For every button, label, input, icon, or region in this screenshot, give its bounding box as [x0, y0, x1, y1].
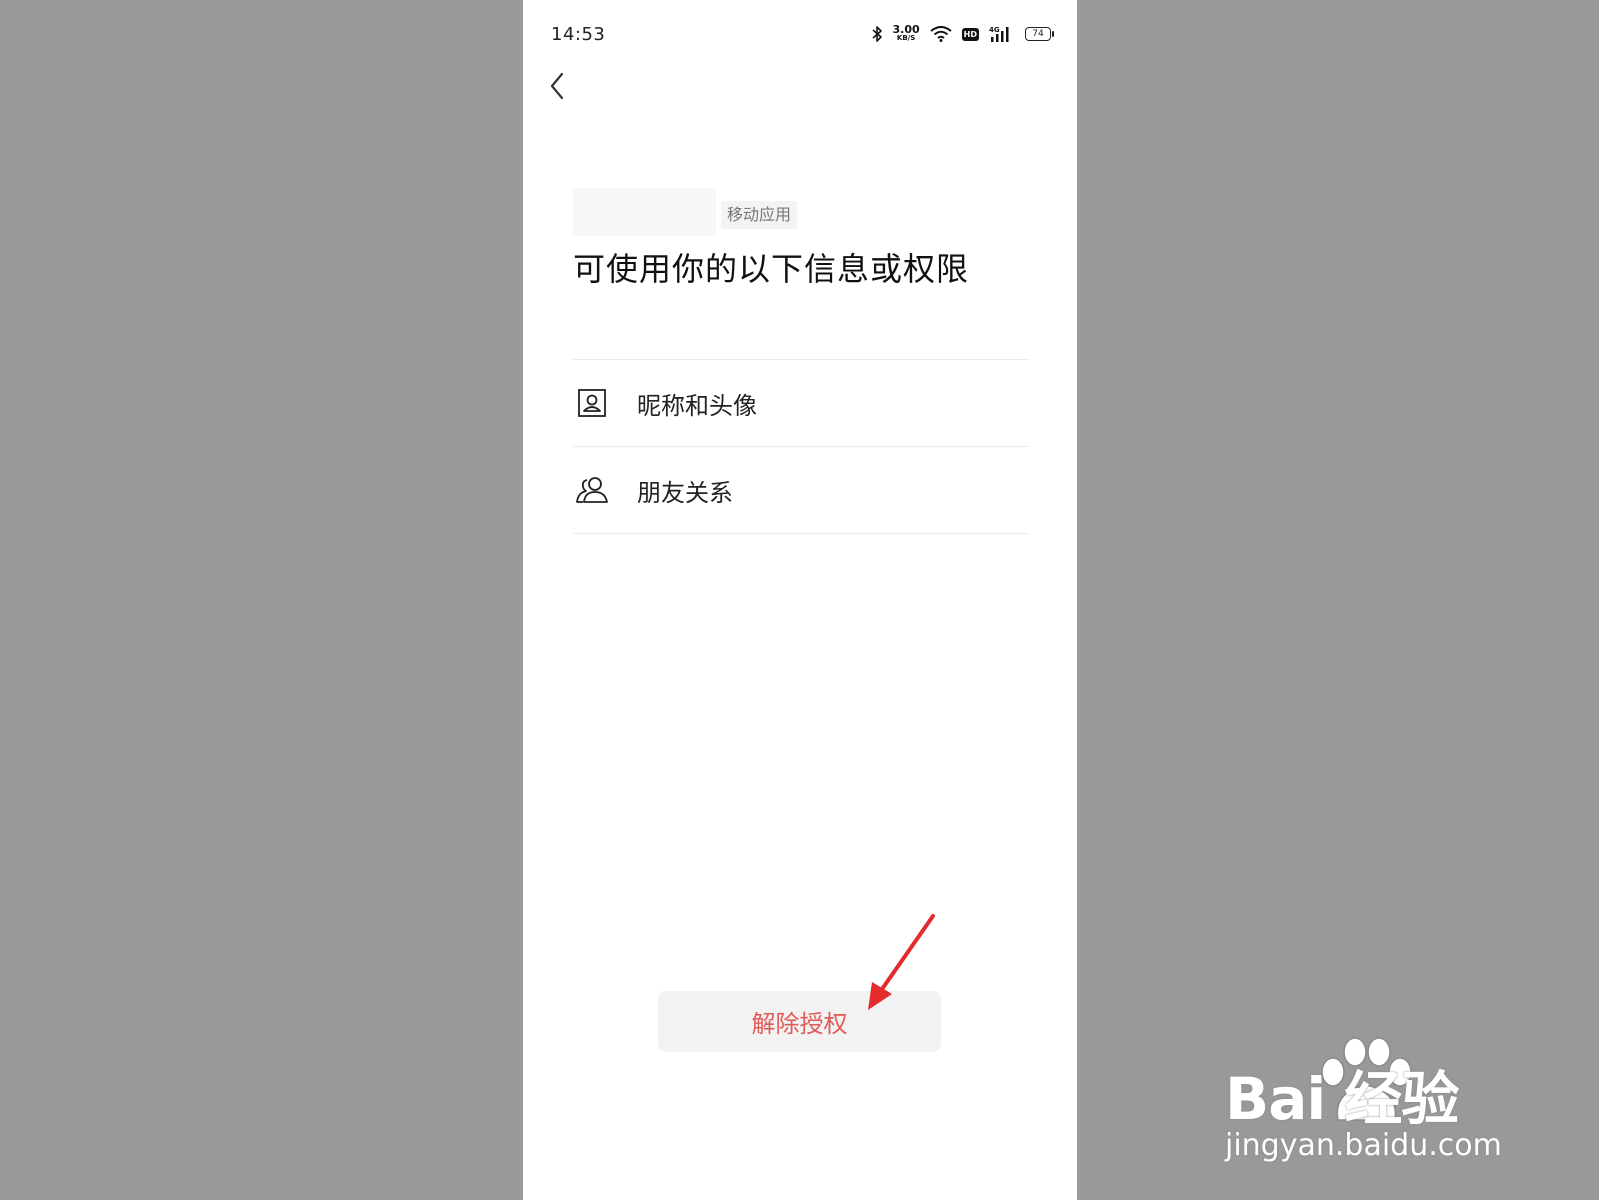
wifi-icon	[930, 26, 952, 42]
status-bar: 14:53 3.00 KB/S HD 4G 74	[523, 0, 1077, 66]
permission-label: 朋友关系	[637, 478, 733, 507]
hd-badge: HD	[961, 27, 979, 41]
watermark-brand: Bai 经验	[1225, 1065, 1459, 1133]
app-type-tag: 移动应用	[721, 201, 798, 229]
status-icons: 3.00 KB/S HD 4G 74	[871, 22, 1054, 46]
phone-screen: 14:53 3.00 KB/S HD 4G 74 移动应用 可使用你的以下信息或…	[523, 0, 1077, 1200]
svg-text:4G: 4G	[989, 26, 1000, 34]
battery-icon: 74	[1025, 27, 1054, 41]
permission-label: 昵称和头像	[637, 391, 757, 420]
signal-icon: 4G	[989, 26, 1009, 42]
friends-icon	[573, 471, 611, 509]
bluetooth-icon	[871, 26, 882, 42]
status-time: 14:53	[551, 24, 606, 45]
page-title: 可使用你的以下信息或权限	[573, 250, 970, 288]
permission-item-profile[interactable]: 昵称和头像	[573, 360, 1029, 447]
permission-item-friends[interactable]: 朋友关系	[573, 447, 1029, 534]
back-button[interactable]	[539, 68, 575, 104]
permission-list: 昵称和头像 朋友关系	[573, 359, 1029, 534]
battery-level: 74	[1032, 28, 1044, 39]
baidu-jingyan-watermark: Bai 经验 jingyan.baidu.com	[1225, 1030, 1525, 1180]
watermark-url: jingyan.baidu.com	[1225, 1128, 1502, 1163]
net-speed: 3.00 KB/S	[892, 23, 920, 43]
net-speed-unit: KB/S	[896, 34, 916, 42]
annotation-arrow-icon	[868, 914, 935, 1010]
profile-card-icon	[573, 384, 611, 422]
chevron-left-icon	[550, 72, 564, 100]
net-speed-value: 3.00	[892, 23, 920, 36]
app-name-redacted	[573, 188, 716, 236]
